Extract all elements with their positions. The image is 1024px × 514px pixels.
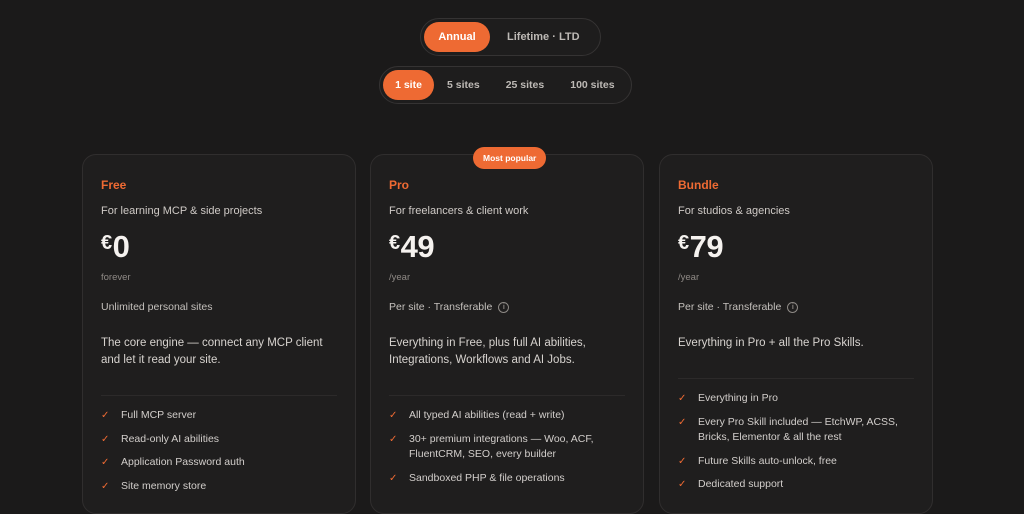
currency-symbol: € bbox=[678, 232, 689, 254]
divider bbox=[101, 395, 337, 396]
lifetime-button[interactable]: Lifetime · LTD bbox=[490, 22, 597, 52]
feature-item: ✓ Read-only AI abilities bbox=[101, 432, 341, 448]
feature-list: ✓ Full MCP server ✓ Read-only AI abilities… bbox=[101, 408, 341, 502]
plan-name: Pro bbox=[389, 178, 410, 192]
plan-sites-label: Unlimited personal sites bbox=[101, 301, 213, 313]
divider bbox=[678, 378, 914, 379]
feature-label: Future Skills auto-unlock, free bbox=[698, 454, 837, 467]
feature-item: ✓ Everything in Pro bbox=[678, 391, 918, 407]
feature-list: ✓ All typed AI abilities (read + write) ✓… bbox=[389, 408, 629, 494]
currency-symbol: € bbox=[101, 232, 112, 254]
feature-item: ✓ Full MCP server bbox=[101, 408, 341, 424]
plan-description: Everything in Pro + all the Pro Skills. bbox=[678, 337, 864, 349]
sites-5-button[interactable]: 5 sites bbox=[434, 70, 493, 100]
plan-sites: Per site · Transferable i bbox=[678, 301, 799, 313]
check-icon: ✓ bbox=[678, 455, 687, 467]
check-icon: ✓ bbox=[389, 433, 398, 445]
most-popular-badge: Most popular bbox=[473, 147, 547, 169]
feature-label: Every Pro Skill included — EtchWP, ACSS,… bbox=[698, 415, 898, 444]
billing-toggle: Annual Lifetime · LTD bbox=[420, 18, 601, 56]
sites-25-button[interactable]: 25 sites bbox=[493, 70, 558, 100]
plan-card-free: Free For learning MCP & side projects €0… bbox=[82, 154, 356, 514]
feature-label: 30+ premium integrations — Woo, ACF, Flu… bbox=[409, 432, 594, 461]
feature-label: Site memory store bbox=[121, 479, 207, 492]
plan-card-pro: Pro For freelancers & client work €49 /y… bbox=[370, 154, 644, 514]
check-icon: ✓ bbox=[678, 393, 687, 404]
plan-tagline: For studios & agencies bbox=[678, 205, 790, 217]
annual-button[interactable]: Annual bbox=[424, 22, 490, 52]
site-count-toggle: 1 site 5 sites 25 sites 100 sites bbox=[379, 66, 632, 104]
plan-tagline: For freelancers & client work bbox=[389, 205, 529, 217]
info-icon[interactable]: i bbox=[787, 301, 799, 313]
check-icon: ✓ bbox=[101, 410, 110, 421]
sites-100-button[interactable]: 100 sites bbox=[557, 70, 627, 100]
check-icon: ✓ bbox=[678, 479, 687, 490]
feature-label: All typed AI abilities (read + write) bbox=[409, 409, 565, 421]
price-amount: 0 bbox=[112, 229, 130, 264]
plan-description: Everything in Free, plus full AI abiliti… bbox=[389, 337, 586, 366]
plan-price: €0 bbox=[101, 229, 130, 265]
plan-card-bundle: Bundle For studios & agencies €79 /year … bbox=[659, 154, 933, 514]
price-amount: 49 bbox=[400, 229, 435, 264]
feature-label: Application Password auth bbox=[121, 456, 245, 468]
price-period: /year bbox=[678, 272, 700, 283]
plan-sites: Per site · Transferable i bbox=[389, 301, 510, 313]
feature-item: ✓ Application Password auth bbox=[101, 455, 341, 471]
feature-list: ✓ Everything in Pro ✓ Every Pro Skill incl… bbox=[678, 391, 918, 501]
check-icon: ✓ bbox=[678, 416, 687, 428]
feature-item: ✓ Dedicated support bbox=[678, 477, 918, 493]
plan-name: Free bbox=[101, 178, 127, 192]
plan-description: The core engine — connect any MCP client… bbox=[101, 337, 323, 366]
info-icon[interactable]: i bbox=[498, 301, 510, 313]
check-icon: ✓ bbox=[101, 457, 110, 468]
sites-1-button[interactable]: 1 site bbox=[383, 70, 434, 100]
check-icon: ✓ bbox=[389, 410, 398, 421]
plan-name: Bundle bbox=[678, 178, 719, 192]
feature-item: ✓ Future Skills auto-unlock, free bbox=[678, 454, 918, 470]
check-icon: ✓ bbox=[101, 433, 110, 445]
feature-label: Everything in Pro bbox=[698, 392, 778, 404]
check-icon: ✓ bbox=[101, 480, 110, 492]
price-period: forever bbox=[101, 272, 131, 283]
plan-sites-label: Per site · Transferable bbox=[678, 301, 782, 313]
feature-label: Dedicated support bbox=[698, 478, 784, 490]
currency-symbol: € bbox=[389, 232, 400, 254]
divider bbox=[389, 395, 625, 396]
plan-sites: Unlimited personal sites bbox=[101, 301, 212, 313]
check-icon: ✓ bbox=[389, 472, 398, 484]
price-amount: 79 bbox=[689, 229, 724, 264]
feature-item: ✓ 30+ premium integrations — Woo, ACF, Fl… bbox=[389, 432, 629, 463]
feature-item: ✓ Site memory store bbox=[101, 479, 341, 495]
feature-item: ✓ Every Pro Skill included — EtchWP, ACSS… bbox=[678, 415, 918, 446]
feature-item: ✓ All typed AI abilities (read + write) bbox=[389, 408, 629, 424]
plan-price: €49 bbox=[389, 229, 435, 265]
plan-price: €79 bbox=[678, 229, 724, 265]
feature-label: Full MCP server bbox=[121, 409, 197, 421]
price-period: /year bbox=[389, 272, 411, 283]
feature-label: Read-only AI abilities bbox=[121, 432, 220, 445]
feature-item: ✓ Sandboxed PHP & file operations bbox=[389, 471, 629, 487]
plan-tagline: For learning MCP & side projects bbox=[101, 205, 263, 217]
feature-label: Sandboxed PHP & file operations bbox=[409, 471, 565, 484]
plan-sites-label: Per site · Transferable bbox=[389, 301, 493, 313]
